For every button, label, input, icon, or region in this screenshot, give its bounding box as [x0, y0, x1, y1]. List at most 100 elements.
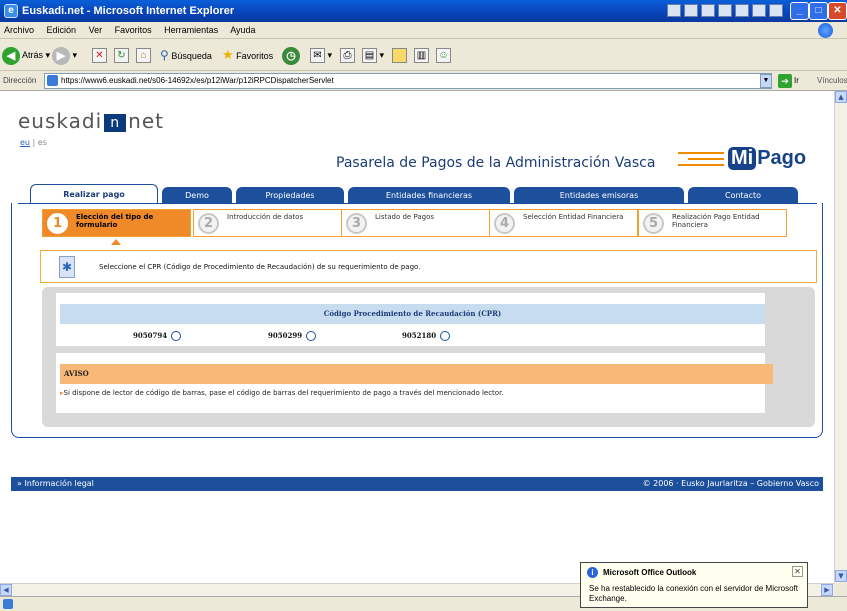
print-icon: ⎙: [340, 48, 355, 64]
tray-icon[interactable]: [718, 4, 732, 17]
forward-button[interactable]: ▶ ▾: [52, 46, 77, 65]
refresh-button[interactable]: ↻: [114, 46, 129, 64]
lang-es-link[interactable]: es: [38, 138, 47, 147]
tab-entidades-emisoras[interactable]: Entidades emisoras: [514, 187, 684, 204]
research-icon: ▥: [414, 48, 429, 64]
step-label: Selección Entidad Financiera: [523, 213, 624, 221]
refresh-icon: ↻: [114, 48, 129, 64]
home-icon: ⌂: [136, 48, 151, 64]
tray-icon[interactable]: [752, 4, 766, 17]
aviso-message: ▸Si dispone de lector de código de barra…: [60, 389, 504, 397]
cpr-header: Código Procedimiento de Recaudación (CPR…: [60, 304, 765, 324]
outlook-notification[interactable]: i Microsoft Office Outlook ✕ Se ha resta…: [580, 562, 808, 608]
step-3: 3 Listado de Pagos: [341, 209, 490, 237]
tray-icon[interactable]: [684, 4, 698, 17]
tab-contacto[interactable]: Contacto: [688, 187, 798, 204]
menu-favoritos[interactable]: Favoritos: [115, 25, 152, 35]
address-input[interactable]: https://www6.euskadi.net/s06-14692x/es/p…: [44, 73, 772, 89]
menu-herramientas[interactable]: Herramientas: [164, 25, 218, 35]
document-icon: ✱: [59, 256, 75, 278]
search-label: Búsqueda: [171, 51, 212, 61]
lang-eu-link[interactable]: eu: [20, 138, 30, 147]
favorites-button[interactable]: ★ Favoritos: [222, 46, 273, 64]
step-number: 5: [643, 213, 664, 234]
info-icon: i: [587, 567, 598, 578]
vertical-scrollbar[interactable]: ▲ ▼: [834, 91, 847, 583]
search-button[interactable]: ⚲ Búsqueda: [160, 46, 212, 64]
menu-ayuda[interactable]: Ayuda: [230, 25, 255, 35]
print-button[interactable]: ⎙: [340, 46, 355, 64]
folder-button[interactable]: [392, 46, 407, 64]
cpr-option-label: 9052180: [402, 331, 437, 340]
cpr-option: 9050299: [268, 330, 317, 341]
instruction-text: Seleccione el CPR (Código de Procedimien…: [99, 263, 421, 271]
aviso-title: AVISO: [60, 364, 773, 384]
copyright-text: © 2006 · Eusko Jaurlaritza – Gobierno Va…: [642, 479, 819, 488]
close-button[interactable]: ✕: [828, 2, 847, 20]
step-label: Introducción de datos: [227, 213, 304, 221]
cpr-option-label: 9050299: [268, 331, 303, 340]
menu-edicion[interactable]: Edición: [47, 25, 77, 35]
back-button[interactable]: ◀ Atrás ▾: [2, 46, 50, 65]
mail-button[interactable]: ✉ ▾: [310, 46, 332, 64]
minimize-button[interactable]: _: [790, 2, 809, 20]
step-4: 4 Selección Entidad Financiera: [489, 209, 638, 237]
maximize-button[interactable]: □: [809, 2, 828, 20]
scroll-up-icon[interactable]: ▲: [835, 91, 847, 103]
aviso-text: Si dispone de lector de código de barras…: [63, 389, 504, 397]
folder-icon: [392, 48, 407, 64]
messenger-button[interactable]: ☺: [436, 46, 451, 64]
chevron-down-icon[interactable]: ▼: [760, 74, 772, 88]
legal-info-link[interactable]: » Información legal: [17, 477, 94, 491]
address-bar: Dirección https://www6.euskadi.net/s06-1…: [0, 71, 847, 91]
go-button[interactable]: Ir: [794, 71, 799, 91]
tab-realizar-pago[interactable]: Realizar pago: [30, 184, 158, 204]
stop-icon: ✕: [92, 48, 107, 64]
menu-archivo[interactable]: Archivo: [4, 25, 34, 35]
menu-ver[interactable]: Ver: [89, 25, 103, 35]
toolbar: ◀ Atrás ▾ ▶ ▾ ✕ ↻ ⌂ ⚲ Búsqueda ★ Favorit…: [0, 39, 847, 71]
edit-button[interactable]: ▤ ▾: [362, 46, 384, 64]
stop-button[interactable]: ✕: [92, 46, 107, 64]
euskadi-logo[interactable]: euskadi n net: [18, 109, 164, 133]
tab-entidades-financieras[interactable]: Entidades financieras: [348, 187, 510, 204]
mipago-logo: Mi Pago: [678, 147, 806, 175]
cpr-radio[interactable]: [440, 331, 451, 341]
tab-propiedades[interactable]: Propiedades: [236, 187, 344, 204]
scroll-left-icon[interactable]: ◀: [0, 584, 12, 596]
close-icon[interactable]: ✕: [792, 566, 803, 577]
history-button[interactable]: ◷: [282, 46, 300, 65]
tray-icon[interactable]: [769, 4, 783, 17]
tab-demo[interactable]: Demo: [162, 187, 232, 204]
scroll-down-icon[interactable]: ▼: [835, 570, 847, 582]
cpr-option-label: 9050794: [133, 331, 168, 340]
star-icon: ★: [222, 47, 234, 62]
tray-icon[interactable]: [701, 4, 715, 17]
step-2: 2 Introducción de datos: [193, 209, 342, 237]
cpr-radio[interactable]: [171, 331, 182, 341]
menu-bar: Archivo Edición Ver Favoritos Herramient…: [0, 22, 847, 39]
page-status-icon: [3, 599, 13, 609]
mail-icon: ✉: [310, 48, 325, 64]
step-label: Realización Pago Entidad Financiera: [672, 213, 760, 229]
back-arrow-icon: ◀: [2, 46, 20, 65]
step-pointer-icon: [111, 239, 121, 245]
go-arrow-icon[interactable]: ➔: [778, 74, 792, 88]
window-titlebar: e Euskadi.net - Microsoft Internet Explo…: [0, 0, 847, 22]
scroll-right-icon[interactable]: ▶: [821, 584, 833, 596]
page-title: Pasarela de Pagos de la Administración V…: [336, 155, 656, 171]
tray-icon[interactable]: [735, 4, 749, 17]
notification-title: Microsoft Office Outlook: [603, 568, 697, 577]
tray-icon[interactable]: [667, 4, 681, 17]
home-button[interactable]: ⌂: [136, 46, 151, 64]
forward-arrow-icon: ▶: [52, 46, 70, 65]
history-icon: ◷: [282, 46, 300, 65]
page-footer: » Información legal © 2006 · Eusko Jaurl…: [11, 477, 823, 491]
links-label[interactable]: Vínculos: [817, 71, 847, 91]
windows-logo-icon: [818, 23, 833, 38]
step-1: 1 Elección del tipo de formulario: [42, 209, 191, 237]
research-button[interactable]: ▥: [414, 46, 429, 64]
step-number: 1: [47, 213, 68, 234]
step-label: Listado de Pagos: [375, 213, 435, 221]
cpr-radio[interactable]: [306, 331, 317, 341]
